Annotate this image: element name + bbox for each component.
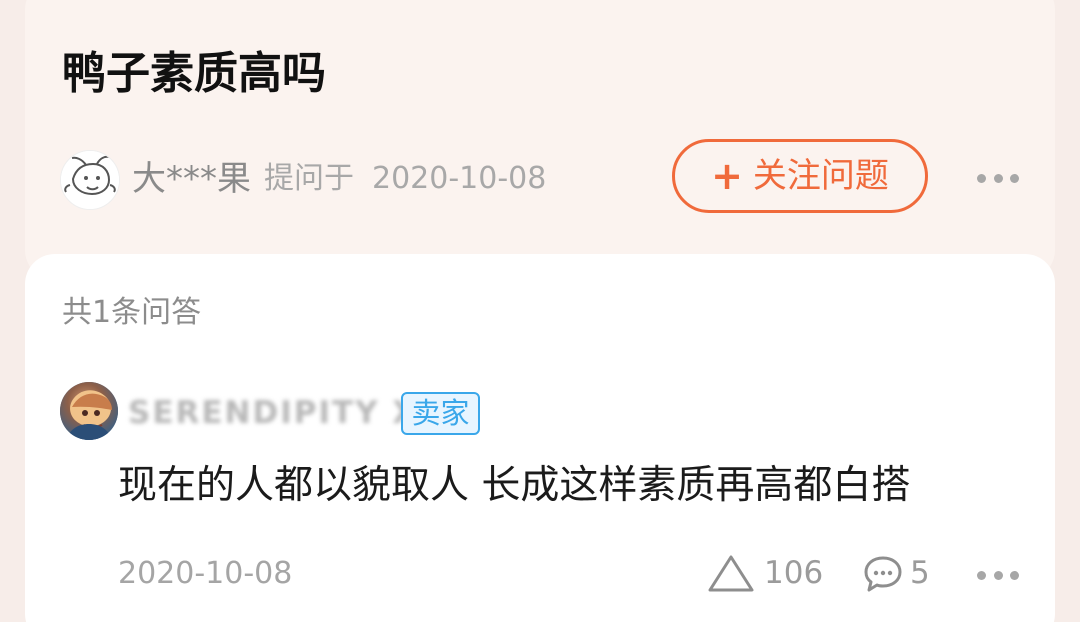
dot-icon (993, 173, 1003, 183)
dot-icon (993, 570, 1003, 580)
asker-avatar[interactable] (60, 150, 120, 210)
asked-date: 2020-10-08 (372, 161, 547, 196)
follow-button-label: 关注问题 (752, 156, 889, 196)
triangle-icon[interactable] (705, 552, 757, 596)
dot-icon (1010, 173, 1019, 183)
asked-label: 提问于 (264, 161, 354, 196)
dot-icon (1010, 570, 1019, 580)
comment-bubble-icon (864, 556, 902, 592)
answer-more-icon[interactable] (977, 568, 1019, 582)
dot-icon (977, 173, 986, 183)
comment-icon[interactable] (862, 552, 904, 596)
follow-question-button[interactable]: + 关注问题 (672, 139, 928, 213)
plus-icon: + (711, 154, 743, 198)
seller-badge: 卖家 (401, 392, 480, 435)
answer-date: 2020-10-08 (118, 556, 293, 591)
answer-content: 现在的人都以貌取人 长成这样素质再高都白搭 (118, 463, 911, 508)
user-avatar-icon (60, 382, 118, 440)
question-title: 鸭子素质高吗 (62, 48, 326, 99)
answer-avatar[interactable] (60, 382, 118, 440)
asker-name[interactable]: 大***果 (132, 156, 251, 202)
like-triangle-icon (708, 555, 754, 592)
like-count: 106 (764, 555, 824, 591)
comment-count: 5 (910, 555, 930, 591)
question-more-icon[interactable] (977, 171, 1019, 185)
answer-count: 共1条问答 (62, 295, 202, 330)
doodle-avatar-icon (61, 151, 119, 209)
question-answer-screen: 鸭子素质高吗 大***果 提问于 2020-10-08 + 关注问题 共1条问答 (0, 0, 1080, 622)
answer-username[interactable]: SERENDIPITY X1 (128, 393, 442, 433)
dot-icon (977, 570, 986, 580)
